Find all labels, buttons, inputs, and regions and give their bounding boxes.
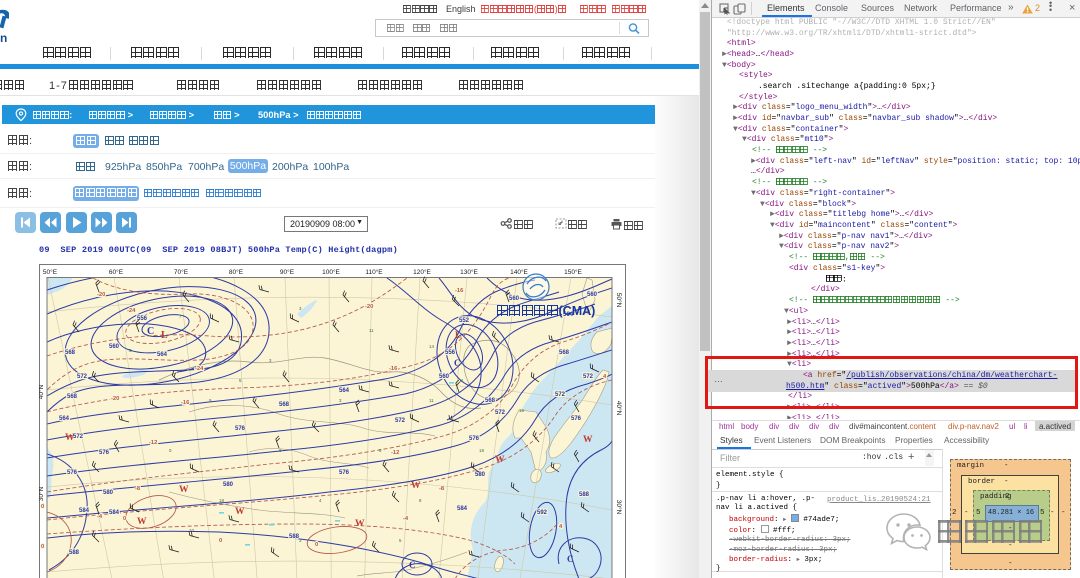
svg-text:580: 580 xyxy=(223,482,234,488)
svg-text:W: W xyxy=(235,507,245,517)
svg-text:40°N: 40°N xyxy=(39,384,45,399)
svg-text:576: 576 xyxy=(469,436,480,442)
svg-text:560: 560 xyxy=(587,292,598,298)
svg-text:580: 580 xyxy=(103,490,114,496)
svg-text:572: 572 xyxy=(73,434,84,440)
svg-text:90°E: 90°E xyxy=(280,268,295,276)
svg-text:576: 576 xyxy=(67,470,78,476)
svg-text:C: C xyxy=(409,560,416,570)
svg-text:-20: -20 xyxy=(365,304,373,310)
svg-text:W: W xyxy=(583,435,593,445)
svg-text:584: 584 xyxy=(109,510,120,516)
svg-text:-16: -16 xyxy=(455,288,464,294)
svg-text:568: 568 xyxy=(65,350,76,356)
svg-text:584: 584 xyxy=(79,508,90,514)
svg-text:100°E: 100°E xyxy=(322,268,340,276)
svg-text:572: 572 xyxy=(395,418,406,424)
svg-text:70°E: 70°E xyxy=(174,268,189,276)
svg-text:556: 556 xyxy=(137,316,148,322)
svg-text:-24: -24 xyxy=(195,366,204,372)
svg-text:-20: -20 xyxy=(97,292,105,298)
svg-text:W: W xyxy=(411,481,421,491)
svg-text:11: 11 xyxy=(429,398,434,403)
svg-text:L: L xyxy=(455,330,461,340)
svg-text:110°E: 110°E xyxy=(365,268,383,276)
svg-text:W: W xyxy=(137,517,147,527)
svg-text:560: 560 xyxy=(439,374,450,380)
svg-text:568: 568 xyxy=(67,394,78,400)
svg-text:10: 10 xyxy=(189,528,194,533)
svg-text:16: 16 xyxy=(519,408,524,413)
svg-text:556: 556 xyxy=(445,350,456,356)
svg-text:-12: -12 xyxy=(391,450,399,456)
svg-text:130°E: 130°E xyxy=(460,268,478,276)
svg-text:140°E: 140°E xyxy=(510,268,528,276)
svg-text:50°N: 50°N xyxy=(615,293,623,308)
svg-text:0: 0 xyxy=(41,544,44,550)
svg-text:0: 0 xyxy=(219,538,222,544)
svg-text:576: 576 xyxy=(571,416,582,422)
svg-text:564: 564 xyxy=(157,352,168,358)
svg-text:-8: -8 xyxy=(135,486,141,492)
svg-text:-4: -4 xyxy=(403,516,409,522)
svg-text:0: 0 xyxy=(123,516,126,522)
svg-text:C: C xyxy=(147,326,154,337)
svg-text:W: W xyxy=(355,519,365,529)
svg-text:60°E: 60°E xyxy=(109,268,124,276)
svg-text:30°N: 30°N xyxy=(39,486,45,501)
svg-text:588: 588 xyxy=(69,550,80,556)
svg-text:120°E: 120°E xyxy=(413,268,431,276)
svg-text:568: 568 xyxy=(559,350,570,356)
svg-text:50°E: 50°E xyxy=(43,268,58,276)
svg-text:572: 572 xyxy=(495,410,506,416)
svg-text:-8: -8 xyxy=(439,486,445,492)
svg-text:560: 560 xyxy=(109,344,120,350)
svg-text:18: 18 xyxy=(479,448,484,453)
svg-text:30°N: 30°N xyxy=(615,500,623,515)
svg-text:568: 568 xyxy=(279,402,290,408)
svg-text:572: 572 xyxy=(555,392,566,398)
svg-text:576: 576 xyxy=(235,426,246,432)
svg-text:-24: -24 xyxy=(127,308,136,314)
svg-text:11: 11 xyxy=(459,378,464,383)
svg-text:14: 14 xyxy=(429,344,434,349)
svg-text:588: 588 xyxy=(579,492,590,498)
svg-text:W: W xyxy=(65,433,75,443)
svg-text:0: 0 xyxy=(41,504,44,510)
svg-text:584: 584 xyxy=(457,506,468,512)
svg-text:40°N: 40°N xyxy=(615,401,623,416)
svg-text:-20: -20 xyxy=(111,396,119,402)
svg-text:80°E: 80°E xyxy=(229,268,244,276)
svg-text:-16: -16 xyxy=(389,366,398,372)
svg-text:560: 560 xyxy=(509,296,520,302)
svg-text:11: 11 xyxy=(369,328,374,333)
svg-text:-4: -4 xyxy=(97,514,103,520)
svg-text:564: 564 xyxy=(339,388,350,394)
svg-text:C: C xyxy=(454,358,461,368)
svg-text:576: 576 xyxy=(339,470,350,476)
svg-text:572: 572 xyxy=(77,374,88,380)
svg-text:W: W xyxy=(495,455,505,465)
svg-text:572: 572 xyxy=(583,374,594,380)
svg-text:592: 592 xyxy=(537,510,548,516)
svg-text:0: 0 xyxy=(315,542,318,548)
svg-text:150°E: 150°E xyxy=(564,268,582,276)
svg-text:576: 576 xyxy=(99,450,110,456)
svg-text:C: C xyxy=(567,554,574,564)
svg-text:18: 18 xyxy=(219,498,224,503)
svg-text:-12: -12 xyxy=(149,440,157,446)
svg-text:W: W xyxy=(179,485,189,495)
svg-text:564: 564 xyxy=(59,416,70,422)
svg-text:580: 580 xyxy=(475,472,486,478)
svg-text:552: 552 xyxy=(459,318,470,324)
svg-text:L: L xyxy=(161,330,168,341)
svg-text:-16: -16 xyxy=(181,400,190,406)
svg-text:568: 568 xyxy=(485,398,496,404)
